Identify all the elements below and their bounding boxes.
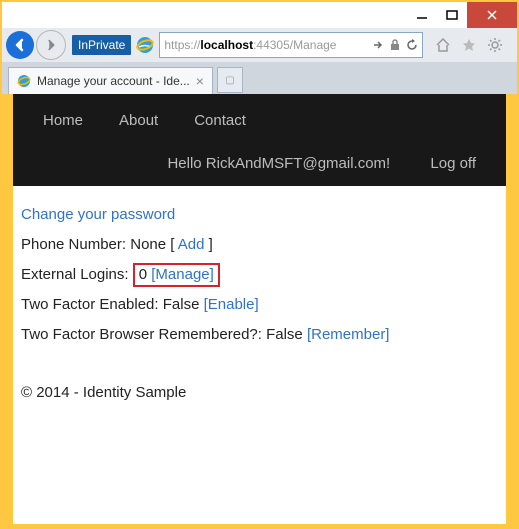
tab-title: Manage your account - Ide... [37,74,190,88]
address-bar[interactable]: https://localhost:44305/Manage [159,32,423,58]
phone-label: Phone Number: [21,236,126,253]
inprivate-badge: InPrivate [72,35,131,55]
forward-button[interactable] [36,30,66,60]
tab-strip: Manage your account - Ide... × ▢ [0,62,519,94]
url-path: /Manage [290,38,337,52]
tab-close-icon[interactable]: × [196,73,204,89]
maximize-button[interactable] [437,2,467,28]
url-port: :44305 [253,38,290,52]
new-tab-button[interactable]: ▢ [217,67,243,93]
tools-gear-icon[interactable] [487,37,503,53]
window-titlebar [0,0,519,28]
external-logins-count: 0 [139,266,147,283]
ie-logo-icon [135,35,155,55]
remember-link[interactable]: [Remember] [307,326,390,343]
go-icon[interactable] [372,39,384,51]
page-body: Home About Contact Hello RickAndMSFT@gma… [13,94,506,524]
lock-icon[interactable] [390,39,400,51]
back-button[interactable] [6,31,34,59]
url-scheme: https:// [164,38,200,52]
manage-content: Change your password Phone Number: None … [13,186,506,350]
external-logins-row: External Logins: 0 [Manage] [21,260,498,290]
nav-home[interactable]: Home [43,112,83,129]
logoff-link[interactable]: Log off [430,155,476,172]
url-host: localhost [200,38,253,52]
external-logins-manage-link[interactable]: [Manage] [151,266,214,283]
favorites-icon[interactable] [461,37,477,53]
site-header: Home About Contact Hello RickAndMSFT@gma… [13,94,506,186]
remember-row: Two Factor Browser Remembered?: False [R… [21,320,498,350]
minimize-button[interactable] [407,2,437,28]
site-nav: Home About Contact [43,112,476,129]
bracket-close: ] [204,236,212,253]
tab-manage-account[interactable]: Manage your account - Ide... × [8,67,213,94]
remember-label: Two Factor Browser Remembered?: [21,326,262,343]
page-footer: © 2014 - Identity Sample [13,350,506,401]
twofactor-label: Two Factor Enabled: [21,296,159,313]
phone-value: None [130,236,166,253]
nav-contact[interactable]: Contact [194,112,246,129]
refresh-icon[interactable] [406,39,418,51]
twofactor-row: Two Factor Enabled: False [Enable] [21,290,498,320]
remember-value: False [266,326,303,343]
bracket-open: [ [170,236,178,253]
twofactor-enable-link[interactable]: [Enable] [204,296,259,313]
change-password-link[interactable]: Change your password [21,206,175,223]
twofactor-value: False [163,296,200,313]
browser-toolbar: InPrivate https://localhost:44305/Manage [0,28,519,62]
greeting-link[interactable]: Hello RickAndMSFT@gmail.com! [167,155,390,172]
phone-add-link[interactable]: Add [178,236,205,253]
external-logins-highlight: 0 [Manage] [133,263,220,287]
account-bar: Hello RickAndMSFT@gmail.com! Log off [43,155,476,172]
nav-about[interactable]: About [119,112,158,129]
home-icon[interactable] [435,37,451,53]
phone-row: Phone Number: None [ Add ] [21,230,498,260]
external-logins-label: External Logins: [21,266,129,283]
window-close-button[interactable] [467,2,517,28]
ie-favicon-icon [17,74,31,88]
